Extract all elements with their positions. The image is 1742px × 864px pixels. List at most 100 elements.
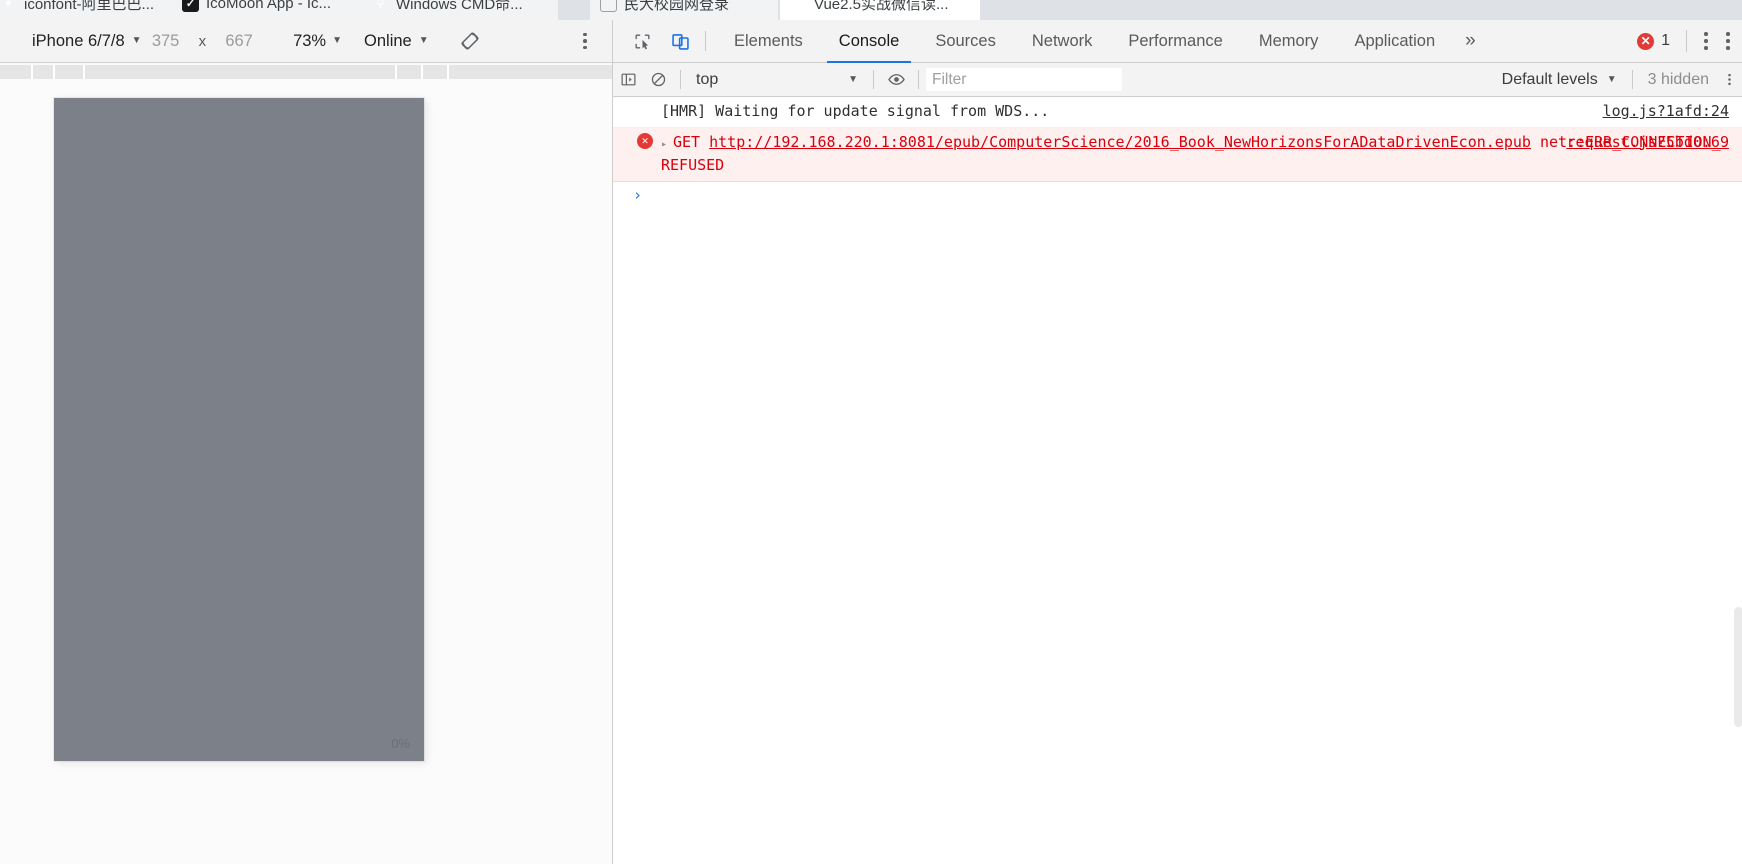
devtools-tab-bar: Elements Console Sources Network Perform… [613, 20, 1742, 63]
browser-tab-label: Vue2.5实战微信读... [814, 0, 949, 13]
device-ruler [0, 63, 612, 79]
dimension-separator: x [198, 32, 207, 50]
throttling-value: Online [364, 31, 412, 50]
console-sidebar-icon[interactable] [613, 67, 643, 93]
devtools-panel: Elements Console Sources Network Perform… [612, 20, 1742, 864]
ruler-tick [395, 65, 397, 79]
browser-tab-label: 民大校园网登录 [624, 0, 730, 13]
throttling-selector[interactable]: Online ▼ [364, 32, 429, 51]
settings-gear-icon[interactable] [1717, 67, 1741, 93]
chevron-down-icon: ▼ [131, 35, 142, 46]
browser-tab-1[interactable]: ✓ IcoMoon App - Ic... [172, 0, 368, 20]
tab-sources[interactable]: Sources [917, 20, 1014, 63]
browser-tab-label: Windows CMD命... [396, 0, 523, 13]
console-context-selector[interactable]: top ▼ [688, 67, 866, 93]
tab-elements[interactable]: Elements [716, 20, 821, 63]
chevron-down-icon: ▼ [1606, 73, 1617, 85]
message-gutter [629, 100, 661, 102]
toolbar-divider [680, 70, 681, 89]
error-count: 1 [1661, 32, 1670, 49]
console-scrollbar[interactable] [1734, 607, 1742, 727]
tab-label: Application [1354, 31, 1436, 50]
chevron-double-right-icon[interactable]: » [1453, 20, 1488, 63]
device-more-options-button[interactable] [574, 29, 596, 53]
devtools-tabs: Elements Console Sources Network Perform… [716, 20, 1488, 63]
ruler-tick [53, 65, 55, 79]
expand-arrow-icon[interactable]: ▸ [661, 137, 673, 153]
icomoon-icon: ✓ [182, 0, 199, 12]
browser-tab-4[interactable]: ♦ Vue2.5实战微信读... [780, 0, 980, 20]
tab-network[interactable]: Network [1014, 20, 1111, 63]
device-width-input[interactable]: 375 [142, 32, 190, 51]
tab-label: Sources [935, 31, 996, 50]
error-circle-icon: ✕ [1637, 32, 1655, 50]
browser-tab-label: IcoMoon App - Ic... [206, 0, 332, 12]
search-icon: ⚲ [376, 0, 385, 10]
browser-tab-0[interactable]: ● iconfont-阿里巴巴... [0, 0, 178, 20]
error-circle-icon: ✕ [637, 132, 653, 149]
console-filter-input[interactable] [926, 68, 1122, 91]
tab-label: Performance [1128, 31, 1223, 50]
zoom-value: 73% [293, 31, 327, 50]
request-method: GET [673, 132, 701, 151]
toggle-device-toolbar-icon[interactable] [665, 27, 695, 55]
device-name: iPhone 6/7/8 [32, 31, 125, 50]
ruler-tick [83, 65, 85, 79]
console-log-level-selector[interactable]: Default levels ▼ [1494, 67, 1625, 93]
panel-splitter[interactable] [611, 20, 614, 864]
blank-page-icon [600, 0, 617, 12]
tab-label: Elements [734, 31, 803, 50]
tab-memory[interactable]: Memory [1241, 20, 1337, 63]
eye-icon[interactable] [881, 67, 911, 93]
hidden-messages-count[interactable]: 3 hidden [1640, 71, 1717, 89]
browser-tab-label: iconfont-阿里巴巴... [24, 0, 155, 13]
ruler-tick [31, 65, 33, 79]
context-value: top [696, 70, 719, 88]
message-gutter: ✕ [629, 131, 661, 149]
browser-tab-2[interactable]: ⚲ Windows CMD命... [362, 0, 558, 20]
tab-label: Network [1031, 31, 1093, 50]
tab-performance[interactable]: Performance [1110, 20, 1240, 63]
message-source-link[interactable]: log.js?1afd:24 [1603, 100, 1729, 124]
kebab-menu-icon [583, 32, 587, 37]
devtools-main-menu-button[interactable] [1695, 28, 1717, 54]
devtools-tabbar-right: ✕ 1 [1629, 28, 1742, 54]
reader-progress-label: 0% [391, 736, 410, 751]
viewport-container: 0% [0, 79, 612, 864]
console-message-info[interactable]: [HMR] Waiting for update signal from WDS… [613, 97, 1742, 128]
chevron-down-icon: ▼ [332, 35, 343, 46]
error-count-badge[interactable]: ✕ 1 [1629, 32, 1678, 50]
toolbar-divider [918, 70, 919, 89]
ruler-tick [447, 65, 449, 79]
toolbar-divider [705, 31, 706, 51]
zoom-selector[interactable]: 73% ▼ [293, 32, 342, 51]
chevron-down-icon: ▼ [848, 73, 858, 85]
ruler-track [0, 65, 612, 79]
console-toolbar: top ▼ Default levels ▼ 3 hidden [613, 63, 1742, 97]
tab-console[interactable]: Console [821, 20, 918, 63]
toolbar-divider [1631, 70, 1633, 89]
inspect-element-icon[interactable] [627, 27, 657, 55]
clear-console-icon[interactable] [643, 67, 673, 93]
device-selector[interactable]: iPhone 6/7/8 ▼ [32, 32, 142, 51]
chevron-down-icon: ▼ [418, 35, 429, 46]
browser-tab-strip: ● iconfont-阿里巴巴... ✓ IcoMoon App - Ic...… [0, 0, 1742, 20]
rotate-device-icon[interactable] [457, 28, 483, 54]
browser-window: ● iconfont-阿里巴巴... ✓ IcoMoon App - Ic...… [0, 0, 1742, 864]
console-message-list[interactable]: [HMR] Waiting for update signal from WDS… [613, 97, 1742, 864]
prompt-caret-icon: › [633, 186, 643, 205]
request-url[interactable]: http://192.168.220.1:8081/epub/ComputerS… [709, 133, 1531, 151]
tab-application[interactable]: Application [1336, 20, 1453, 63]
toolbar-divider [1686, 30, 1687, 52]
device-emulation-toolbar: iPhone 6/7/8 ▼ 375 x 667 73% ▼ Online ▼ [0, 20, 612, 63]
emulated-page-viewport[interactable]: 0% [54, 98, 424, 761]
console-prompt[interactable]: › [613, 182, 1742, 208]
browser-tab-3[interactable]: 民大校园网登录 [590, 0, 778, 20]
kebab-menu-icon [1704, 32, 1708, 36]
message-text: [HMR] Waiting for update signal from WDS… [661, 102, 1050, 120]
message-source-link[interactable]: request.js?5bd0:69 [1566, 131, 1729, 155]
page-panel: iPhone 6/7/8 ▼ 375 x 667 73% ▼ Online ▼ [0, 20, 612, 864]
device-height-input[interactable]: 667 [215, 32, 263, 51]
console-message-error[interactable]: ✕ ▸ GET http://192.168.220.1:8081/epub/Co… [613, 127, 1742, 183]
close-devtools-button[interactable] [1717, 28, 1739, 54]
